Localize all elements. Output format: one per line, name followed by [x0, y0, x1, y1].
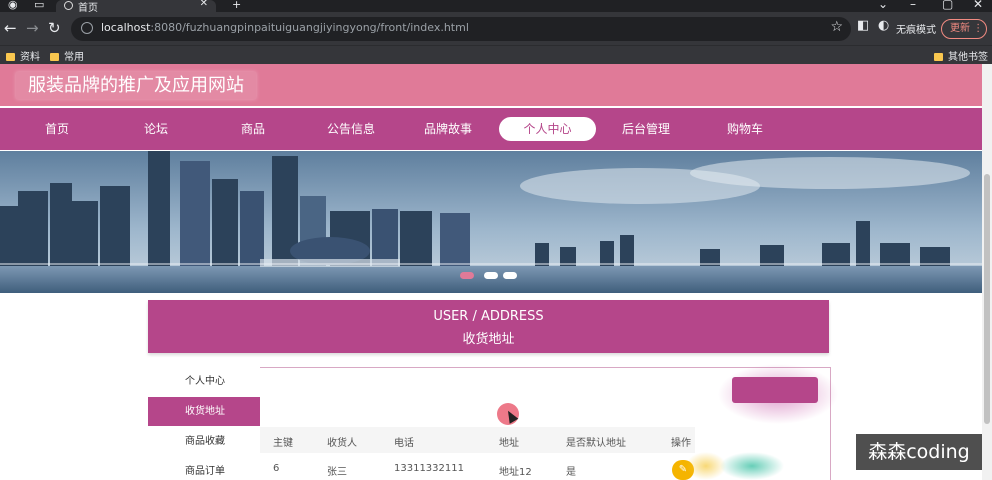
maximize-icon[interactable]: ▢ [942, 0, 953, 11]
sidebar-item-favorites[interactable]: 商品收藏 [148, 427, 260, 456]
bookmarks-bar: 资料 常用 其他书签 [0, 45, 992, 64]
close-tab-icon[interactable]: ✕ [200, 0, 208, 9]
folder-icon [50, 53, 59, 61]
section-title-cn: 收货地址 [462, 332, 515, 347]
main-nav: 首页 论坛 商品 公告信息 品牌故事 个人中心 后台管理 购物车 [0, 108, 982, 150]
star-icon[interactable]: ☆ [830, 19, 843, 35]
new-tab-icon[interactable]: + [232, 0, 241, 11]
table-header-row [260, 427, 695, 453]
bookmark-folder[interactable]: 资料 [6, 48, 40, 63]
carousel-dot[interactable] [484, 272, 498, 279]
folder-icon [934, 53, 943, 61]
table-cell-address: 地址12 [499, 467, 532, 478]
nav-item-cart[interactable]: 购物车 [710, 117, 780, 141]
site-header: 服装品牌的推广及应用网站 [0, 64, 982, 106]
nav-item-forum[interactable]: 论坛 [121, 117, 191, 141]
nav-item-admin[interactable]: 后台管理 [608, 117, 684, 141]
table-cell-default: 是 [566, 467, 576, 478]
banner-carousel[interactable] [0, 151, 982, 293]
carousel-dot[interactable] [460, 272, 474, 279]
nav-item-home[interactable]: 首页 [22, 117, 92, 141]
scrollbar-thumb[interactable] [984, 174, 990, 424]
browser-tab[interactable]: 首页 ✕ [56, 0, 216, 14]
url-text[interactable]: localhost:8080/fuzhuangpinpaituiguangjiy… [101, 21, 469, 34]
incognito-label[interactable]: 无痕模式 [896, 21, 936, 36]
table-cell-phone: 13311332111 [394, 463, 464, 474]
globe-icon [64, 1, 73, 10]
tab-menu-icon[interactable]: ▭ [34, 0, 44, 11]
carousel-dot[interactable] [503, 272, 517, 279]
page-viewport: 服装品牌的推广及应用网站 首页 论坛 商品 公告信息 品牌故事 个人中心 后台管… [0, 64, 982, 480]
nav-item-announcements[interactable]: 公告信息 [313, 117, 389, 141]
lock-icon[interactable] [81, 22, 93, 34]
close-window-icon[interactable]: ✕ [973, 0, 983, 11]
column-header-recipient: 收货人 [327, 438, 357, 449]
sidebar-icon[interactable]: ◧ [857, 18, 869, 33]
section-header: USER / ADDRESS 收货地址 [148, 300, 829, 353]
chevron-down-icon[interactable]: ⌄ [878, 0, 888, 11]
back-arrow-icon[interactable]: ← [4, 19, 17, 37]
site-title: 服装品牌的推广及应用网站 [16, 72, 256, 99]
incognito-icon: ◐ [878, 18, 890, 33]
column-header-id: 主键 [273, 438, 293, 449]
sidebar-item-address[interactable]: 收货地址 [148, 397, 260, 426]
add-address-button[interactable] [732, 377, 818, 403]
browser-toolbar: ← → ↻ localhost:8080/fuzhuangpinpaituigu… [0, 12, 992, 45]
browser-tab-strip: ◉ ▭ 首页 ✕ + ⌄ – ▢ ✕ [0, 0, 992, 14]
sidebar-item-orders[interactable]: 商品订单 [148, 457, 260, 480]
forward-arrow-icon[interactable]: → [26, 19, 39, 37]
page-scrollbar[interactable] [982, 64, 992, 480]
column-header-default: 是否默认地址 [566, 438, 626, 449]
section-title-en: USER / ADDRESS [433, 309, 544, 324]
table-cell-id: 6 [273, 463, 280, 474]
column-header-address: 地址 [499, 438, 519, 449]
nav-item-products[interactable]: 商品 [218, 117, 288, 141]
watermark-label: 森森coding [856, 434, 982, 470]
column-header-actions: 操作 [671, 438, 691, 449]
column-header-phone: 电话 [394, 438, 414, 449]
reload-icon[interactable]: ↻ [48, 19, 61, 37]
update-button[interactable]: 更新 ⋮ [941, 19, 987, 39]
address-bar[interactable]: localhost:8080/fuzhuangpinpaituiguangjiy… [71, 17, 851, 41]
minimize-icon[interactable]: – [910, 0, 916, 11]
browser-tab-icon[interactable]: ◉ [8, 0, 18, 11]
nav-item-user-center[interactable]: 个人中心 [499, 117, 596, 141]
table-cell-recipient: 张三 [327, 467, 347, 478]
sidebar-item-user-center[interactable]: 个人中心 [148, 367, 260, 396]
blurred-region [720, 452, 784, 480]
bookmark-folder[interactable]: 常用 [50, 48, 84, 63]
nav-item-brand-story[interactable]: 品牌故事 [410, 117, 486, 141]
other-bookmarks[interactable]: 其他书签 [934, 48, 988, 63]
folder-icon [6, 53, 15, 61]
